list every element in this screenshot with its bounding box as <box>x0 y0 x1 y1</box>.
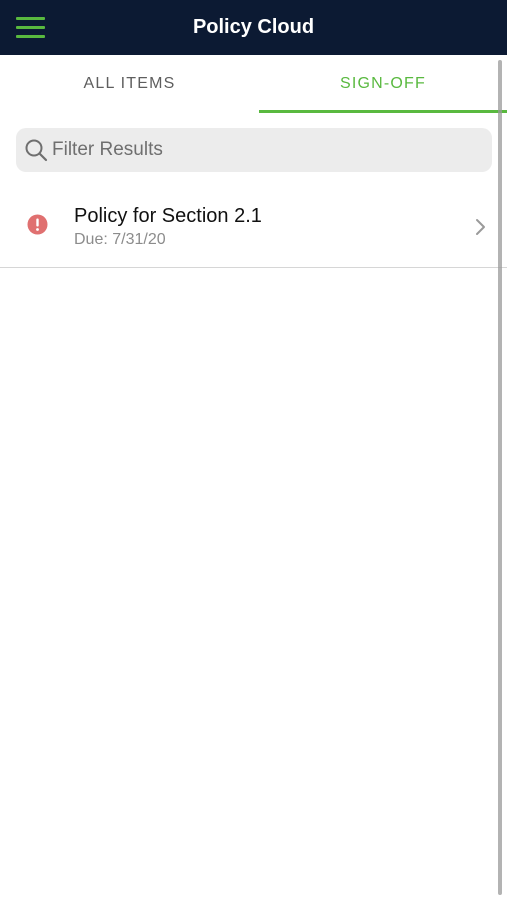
app-screen: Policy Cloud ALL ITEMS SIGN-OFF Policy f… <box>0 0 507 900</box>
scrollbar[interactable] <box>498 60 502 895</box>
page-title: Policy Cloud <box>192 16 315 38</box>
tab-all-items[interactable]: ALL ITEMS <box>0 55 259 113</box>
menu-button[interactable] <box>10 10 52 46</box>
tab-sign-off[interactable]: SIGN-OFF <box>259 55 507 113</box>
hamburger-menu-icon <box>16 17 45 38</box>
filter-results-input[interactable] <box>52 128 482 172</box>
chevron-right-icon <box>476 219 485 235</box>
list-item[interactable]: Policy for Section 2.1 Due: 7/31/20 <box>0 188 507 267</box>
filter-search-bar <box>16 128 492 172</box>
alert-icon <box>27 214 48 235</box>
tab-bar: ALL ITEMS SIGN-OFF <box>0 55 507 113</box>
list-divider <box>0 267 507 268</box>
app-header: Policy Cloud <box>0 0 507 55</box>
active-tab-indicator <box>259 110 507 113</box>
list-item-due-date: Due: 7/31/20 <box>74 231 166 248</box>
list-item-title: Policy for Section 2.1 <box>74 205 262 227</box>
search-icon <box>25 139 48 162</box>
